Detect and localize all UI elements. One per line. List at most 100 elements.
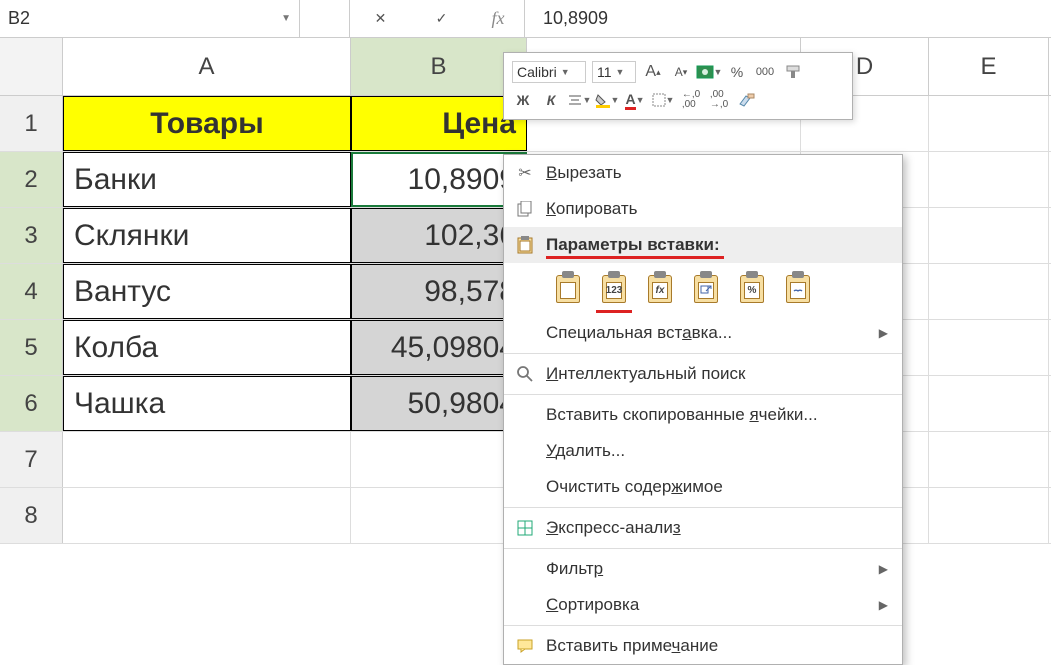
ctx-copy[interactable]: Копировать [504,191,902,227]
ctx-paste-header-label: Параметры вставки: [546,235,720,255]
cell-E6[interactable] [929,376,1049,431]
cell-B8[interactable] [351,488,527,543]
chevron-down-icon: ▼ [561,67,570,77]
ctx-quick-analysis[interactable]: Экспресс-анализ [504,510,902,546]
ctx-paste-special[interactable]: Специальная вставка... ▶ [504,315,902,351]
ctx-copy-label: Копировать [546,199,638,219]
bold-button[interactable]: Ж [512,89,534,111]
row-header-1[interactable]: 1 [0,96,63,151]
copy-icon [504,201,546,217]
font-family-selector[interactable]: Calibri ▼ [512,61,586,83]
name-box[interactable]: B2 ▼ [0,0,300,37]
separator [504,625,902,626]
format-painter-icon[interactable] [736,89,758,111]
ctx-cut[interactable]: ✂ Вырезать [504,155,902,191]
paste-default-icon[interactable] [550,271,586,307]
decrease-font-icon[interactable]: A▾ [670,61,692,83]
cell-B5[interactable]: 45,09804 [351,320,527,375]
paste-options-row: 123 fx % [504,263,902,315]
cell-B7[interactable] [351,432,527,487]
chevron-down-icon[interactable]: ▼ [281,13,291,24]
separator [504,507,902,508]
cell-A3[interactable]: Склянки [63,208,351,263]
fx-icon[interactable]: fx [492,8,505,29]
comment-icon [504,639,546,653]
font-size-selector[interactable]: 11▼ [592,61,636,83]
mini-toolbar: Calibri▼ 11▼ A▴ A▾ ▼ % 000 Ж К ▼ ▼ A▼ ▼ … [503,52,853,120]
format-painter-icon[interactable] [782,61,804,83]
cell-E2[interactable] [929,152,1049,207]
percent-format-icon[interactable]: % [726,61,748,83]
font-family-value: Calibri [517,64,557,80]
cell-E5[interactable] [929,320,1049,375]
ctx-paste-options-header: Параметры вставки: [504,227,902,263]
ctx-smart-lookup[interactable]: Интеллектуальный поиск [504,356,902,392]
col-header-E[interactable]: E [929,38,1049,95]
ctx-filter-label: Фильтр [546,559,603,579]
ctx-insert-comment[interactable]: Вставить примечание [504,628,902,664]
font-size-value: 11 [597,64,612,80]
font-color-icon[interactable]: A▼ [624,89,646,111]
paste-formatting-icon[interactable]: % [734,271,770,307]
row-header-6[interactable]: 6 [0,376,63,431]
paste-values-icon[interactable]: 123 [596,271,632,307]
ctx-comment-label: Вставить примечание [546,636,718,656]
italic-button[interactable]: К [540,89,562,111]
cell-E8[interactable] [929,488,1049,543]
cell-A1[interactable]: Товары [63,96,351,151]
cell-A2[interactable]: Банки [63,152,351,207]
cell-B2[interactable]: 10,8909 [351,152,527,207]
increase-font-icon[interactable]: A▴ [642,61,664,83]
confirm-icon[interactable]: ✓ [431,8,453,30]
increase-decimal-icon[interactable]: ←,0,00 [680,89,702,111]
row-header-5[interactable]: 5 [0,320,63,375]
row-header-7[interactable]: 7 [0,432,63,487]
select-all-corner[interactable] [0,38,63,95]
ctx-delete[interactable]: Удалить... [504,433,902,469]
cell-A7[interactable] [63,432,351,487]
comma-format-icon[interactable]: 000 [754,61,776,83]
paste-link-icon[interactable] [688,271,724,307]
ctx-insert-copied-cells[interactable]: Вставить скопированные ячейки... [504,397,902,433]
formula-value[interactable]: 10,8909 [525,8,608,29]
cell-E3[interactable] [929,208,1049,263]
align-center-icon[interactable]: ▼ [568,89,590,111]
paste-formulas-icon[interactable]: fx [642,271,678,307]
cell-A6[interactable]: Чашка [63,376,351,431]
separator [504,353,902,354]
fill-color-icon[interactable]: ▼ [596,89,618,111]
search-icon [504,366,546,382]
row-header-2[interactable]: 2 [0,152,63,207]
accounting-format-icon[interactable]: ▼ [698,61,720,83]
cell-B3[interactable]: 102,36 [351,208,527,263]
ctx-clear-label: Очистить содержимое [546,477,723,497]
cell-E4[interactable] [929,264,1049,319]
cell-A5[interactable]: Колба [63,320,351,375]
cell-A8[interactable] [63,488,351,543]
cell-B4[interactable]: 98,578 [351,264,527,319]
ctx-delete-label: Удалить... [546,441,625,461]
row-header-8[interactable]: 8 [0,488,63,543]
ctx-smart-lookup-label: Интеллектуальный поиск [546,364,745,384]
context-menu: ✂ Вырезать Копировать Параметры вставки:… [503,154,903,665]
ctx-clear-contents[interactable]: Очистить содержимое [504,469,902,505]
col-header-A[interactable]: A [63,38,351,95]
row-header-3[interactable]: 3 [0,208,63,263]
ctx-filter[interactable]: Фильтр ▶ [504,551,902,587]
scissors-icon: ✂ [504,163,546,183]
separator [504,394,902,395]
ctx-sort[interactable]: Сортировка ▶ [504,587,902,623]
cell-A4[interactable]: Вантус [63,264,351,319]
ctx-sort-label: Сортировка [546,595,639,615]
cell-B6[interactable]: 50,9804 [351,376,527,431]
col-header-B[interactable]: B [351,38,527,95]
row-header-4[interactable]: 4 [0,264,63,319]
cancel-icon[interactable]: ✕ [370,8,392,30]
decrease-decimal-icon[interactable]: ,00→,0 [708,89,730,111]
formula-bar: B2 ▼ ✕ ✓ fx 10,8909 [0,0,1051,38]
cell-E7[interactable] [929,432,1049,487]
cell-E1[interactable] [929,96,1049,151]
cell-B1[interactable]: Цена [351,96,527,151]
paste-hyperlink-icon[interactable] [780,271,816,307]
border-icon[interactable]: ▼ [652,89,674,111]
